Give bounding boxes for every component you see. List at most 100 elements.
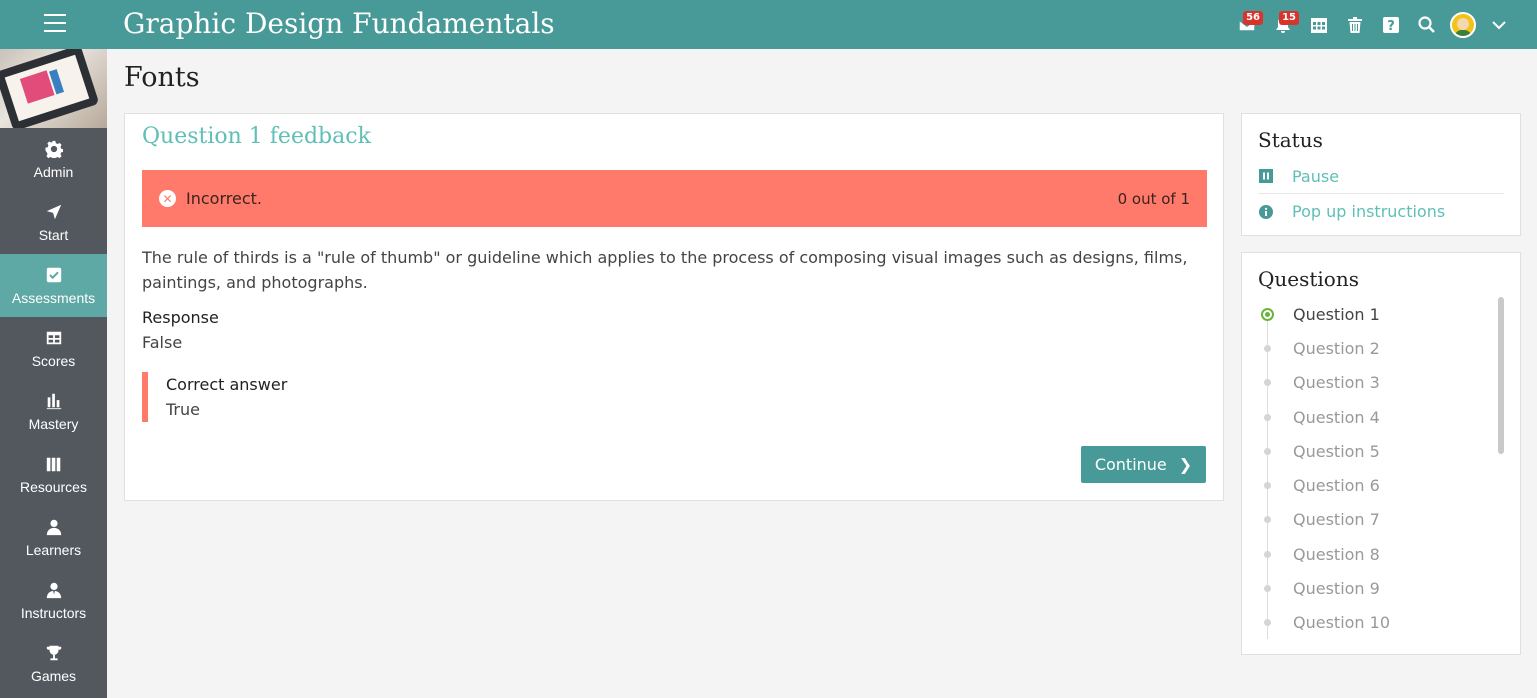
question-label: Question 3 [1293,373,1380,393]
status-card: Status Pause Pop up instructions [1241,113,1521,236]
question-label: Question 5 [1293,441,1380,461]
top-bar: Graphic Design Fundamentals 56 15 ? [0,0,1537,49]
score-text: 0 out of 1 [1117,189,1190,208]
sidebar-item-label: Admin [33,163,74,180]
sidebar-item-label: Mastery [28,415,79,432]
question-label: Question 9 [1293,579,1380,599]
instructions-label: Pop up instructions [1292,202,1446,221]
help-icon: ? [1383,16,1399,34]
questions-title: Questions [1258,267,1359,291]
current-dot-icon [1261,307,1274,321]
question-item[interactable]: Question 2 [1258,331,1488,365]
calendar-icon [1311,17,1327,33]
sidebar-item-label: Assessments [11,289,96,306]
dot-icon [1264,482,1271,490]
help-button[interactable]: ? [1373,7,1409,43]
question-item[interactable]: Question 10 [1258,606,1488,640]
continue-button[interactable]: Continue ❯ [1081,446,1206,483]
trash-icon [1348,16,1362,33]
pause-button[interactable]: Pause [1258,159,1504,194]
pause-label: Pause [1292,166,1340,186]
sidebar-item-learners[interactable]: Learners [0,506,107,569]
response-value: False [142,333,183,352]
question-label: Question 2 [1293,338,1380,358]
dot-icon [1264,619,1271,627]
question-item[interactable]: Question 5 [1258,434,1488,468]
feedback-title: Question 1 feedback [142,124,371,149]
question-list: Question 1 Question 2 Question 3 Questio… [1258,297,1488,640]
person-icon [46,519,61,535]
trophy-icon [46,645,61,660]
course-thumbnail[interactable] [0,49,107,128]
correct-answer-box: Correct answer True [142,372,442,422]
user-menu-chevron[interactable] [1481,7,1517,43]
continue-label: Continue [1094,455,1167,474]
questions-scrollbar[interactable] [1498,297,1504,454]
sidebar-item-assessments[interactable]: Assessments [0,254,107,317]
sidebar-item-resources[interactable]: Resources [0,443,107,506]
search-icon [1418,15,1435,33]
questions-card: Questions Question 1 Question 2 Question… [1241,252,1521,655]
explanation-text: The rule of thirds is a "rule of thumb" … [142,248,1188,292]
calendar-button[interactable] [1301,7,1337,43]
pause-icon [1258,168,1274,184]
sidebar-item-label: Resources [20,478,87,495]
chevron-right-icon: ❯ [1178,455,1193,474]
popup-instructions-button[interactable]: Pop up instructions [1258,194,1504,229]
page-title: Fonts [124,62,200,93]
mail-badge: 56 [1243,10,1263,25]
dot-icon [1264,413,1271,421]
instructor-icon [46,582,61,598]
sidebar-item-admin[interactable]: Admin [0,128,107,191]
question-label: Question 4 [1293,407,1380,427]
gear-icon [44,140,63,158]
sidebar-item-instructors[interactable]: Instructors [0,569,107,632]
question-item[interactable]: Question 1 [1258,297,1488,331]
user-avatar-button[interactable] [1445,7,1481,43]
sidebar-item-label: Instructors [20,604,87,621]
error-circle-icon: ✕ [159,190,176,207]
search-button[interactable] [1409,7,1445,43]
info-icon [1258,204,1274,220]
sidebar-item-games[interactable]: Games [0,632,107,695]
sidebar-item-label: Scores [31,352,76,369]
checkbox-icon [46,267,61,282]
dot-icon [1264,550,1271,558]
sidebar: Admin Start Assessments Scores Mastery R… [0,49,107,698]
trash-button[interactable] [1337,7,1373,43]
mail-button[interactable]: 56 [1229,7,1265,43]
sidebar-item-scores[interactable]: Scores [0,317,107,380]
question-item[interactable]: Question 6 [1258,468,1488,502]
top-icons: 56 15 ? [1229,0,1517,49]
question-item[interactable]: Question 8 [1258,537,1488,571]
sidebar-item-start[interactable]: Start [0,191,107,254]
notifications-button[interactable]: 15 [1265,7,1301,43]
dot-icon [1264,585,1271,593]
chevron-down-icon [1492,20,1506,29]
question-label: Question 6 [1293,476,1380,496]
sidebar-item-label: Learners [25,541,82,558]
response-label: Response [142,308,219,327]
question-item[interactable]: Question 4 [1258,400,1488,434]
question-item[interactable]: Question 9 [1258,571,1488,605]
question-item[interactable]: Question 3 [1258,366,1488,400]
dot-icon [1264,516,1271,524]
bar-chart-icon [46,393,61,409]
paper-plane-icon [46,204,61,219]
dot-icon [1264,447,1271,455]
correct-answer-value: True [166,400,200,419]
sidebar-item-mastery[interactable]: Mastery [0,380,107,443]
question-label: Question 7 [1293,510,1380,530]
sidebar-item-label: Start [38,226,69,243]
question-item[interactable]: Question 7 [1258,503,1488,537]
notifications-badge: 15 [1279,10,1299,25]
books-icon [46,457,60,471]
question-label: Question 8 [1293,544,1380,564]
sidebar-item-label: Games [30,667,77,684]
menu-icon[interactable] [44,14,66,34]
correct-answer-label: Correct answer [166,375,288,394]
result-text: Incorrect. [186,189,262,208]
result-alert: ✕ Incorrect. 0 out of 1 [142,170,1207,227]
status-title: Status [1258,128,1323,152]
course-title[interactable]: Graphic Design Fundamentals [123,6,555,42]
